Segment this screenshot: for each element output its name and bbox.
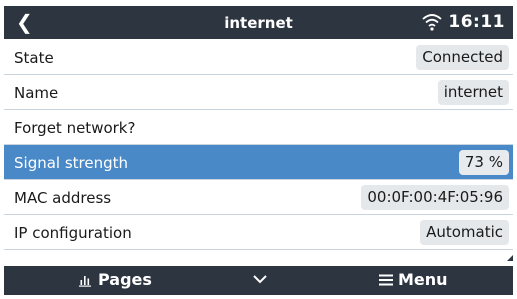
chevron-down-icon[interactable]: [252, 272, 268, 286]
row-value: Connected: [416, 45, 509, 70]
row-mac-address[interactable]: MAC address 00:0F:00:4F:05:96: [4, 180, 513, 215]
row-signal-strength[interactable]: Signal strength 73 %: [4, 145, 513, 180]
row-label: Forget network?: [14, 119, 136, 137]
clock: 16:11: [448, 12, 505, 32]
scroll-indicator: [507, 255, 513, 261]
bar-chart-icon: [79, 275, 91, 287]
row-value: Automatic: [420, 220, 509, 245]
row-label: MAC address: [14, 189, 112, 207]
row-label: State: [14, 49, 54, 67]
row-value: 73 %: [458, 150, 509, 175]
row-state[interactable]: State Connected: [4, 40, 513, 75]
menu-label: Menu: [398, 270, 448, 289]
pages-button[interactable]: Pages: [78, 270, 152, 289]
menu-button[interactable]: Menu: [379, 270, 448, 289]
settings-screen: ❮ internet 16:11 State Connected Name in…: [4, 6, 513, 295]
pages-label: Pages: [98, 270, 152, 289]
bottom-bar: Pages Menu: [4, 266, 513, 295]
settings-list: State Connected Name internet Forget net…: [4, 40, 513, 250]
hamburger-icon: [379, 274, 393, 285]
wifi-icon: [422, 14, 442, 31]
row-label: Signal strength: [14, 154, 129, 172]
row-ip-configuration[interactable]: IP configuration Automatic: [4, 215, 513, 250]
row-label: Name: [14, 84, 59, 102]
title-bar: ❮ internet 16:11: [4, 6, 513, 39]
row-value: 00:0F:00:4F:05:96: [361, 185, 509, 210]
row-label: IP configuration: [14, 224, 132, 242]
row-value: internet: [437, 80, 509, 105]
status-area: 16:11: [422, 12, 505, 32]
row-name[interactable]: Name internet: [4, 75, 513, 110]
row-forget-network[interactable]: Forget network?: [4, 110, 513, 145]
